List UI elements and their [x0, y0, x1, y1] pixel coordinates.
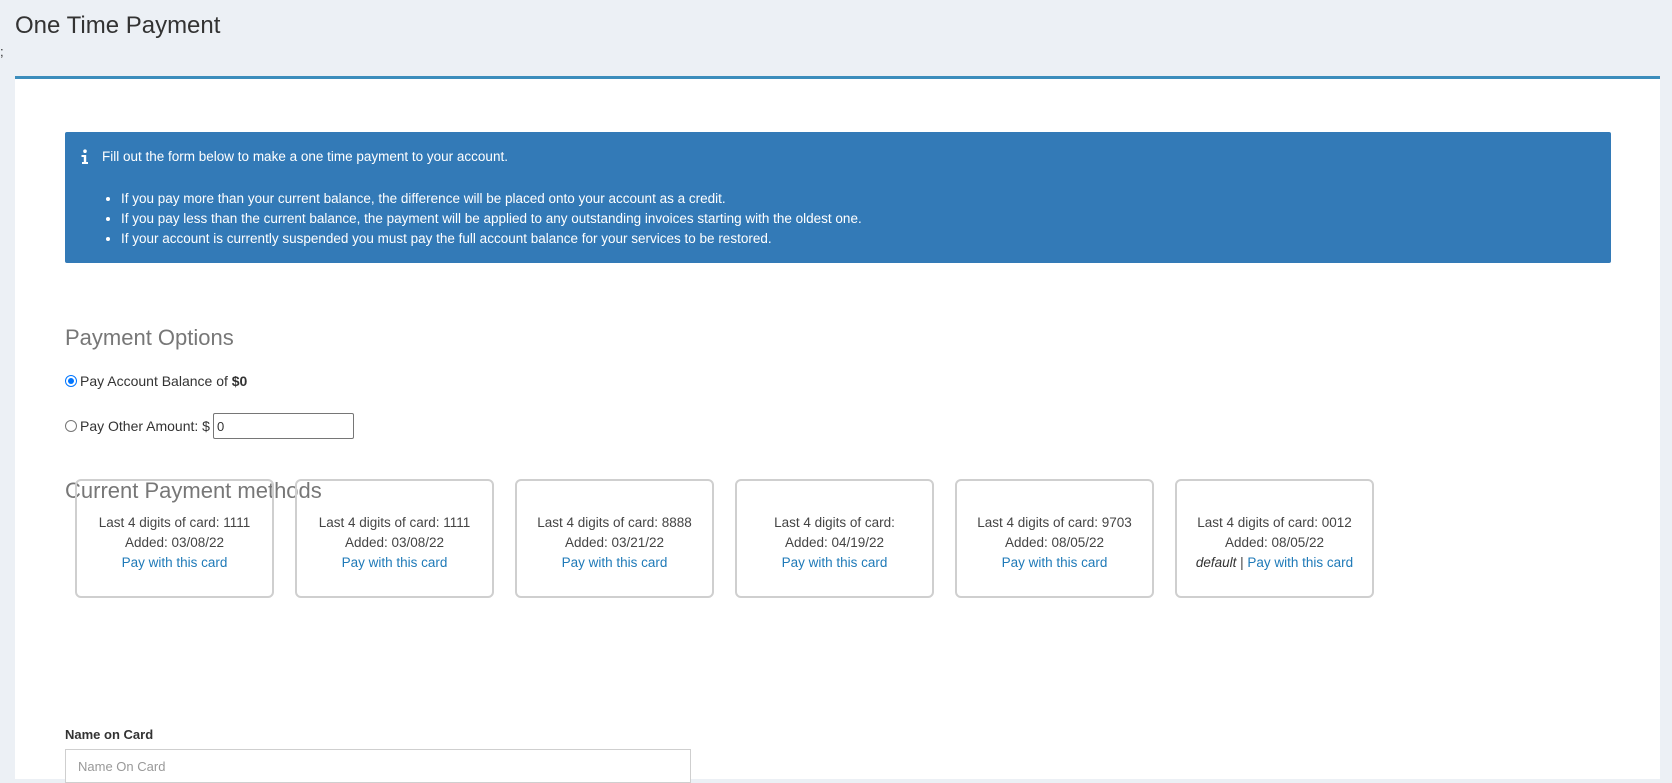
payment-card: Last 4 digits of card: 1111 Added: 03/08… — [295, 479, 494, 598]
card-added-date: Added: 08/05/22 — [1004, 535, 1105, 550]
payment-card: Last 4 digits of card: Added: 04/19/22 P… — [735, 479, 934, 598]
pay-other-radio[interactable] — [65, 420, 77, 432]
callout-list: If you pay more than your current balanc… — [102, 189, 862, 249]
pay-balance-radio[interactable] — [65, 375, 77, 387]
pay-other-option[interactable]: Pay Other Amount: $ — [65, 413, 354, 439]
payment-options-title: Payment Options — [65, 325, 234, 350]
payment-card: Last 4 digits of card: 0012 Added: 08/05… — [1175, 479, 1374, 598]
other-amount-input[interactable] — [212, 413, 354, 439]
pay-balance-option[interactable]: Pay Account Balance of $0 — [65, 373, 247, 389]
callout-intro: Fill out the form below to make a one ti… — [102, 149, 508, 164]
payment-box: Fill out the form below to make a one ti… — [15, 76, 1660, 783]
payment-card: Last 4 digits of card: 8888 Added: 03/21… — [515, 479, 714, 598]
card-added-date: Added: 04/19/22 — [784, 535, 885, 550]
balance-amount: $0 — [231, 373, 248, 389]
name-on-card-label: Name on Card — [65, 727, 154, 742]
pay-with-card-link[interactable]: Pay with this card — [1247, 555, 1353, 570]
card-added-date: Added: 03/21/22 — [564, 535, 665, 550]
callout-item: If your account is currently suspended y… — [121, 229, 862, 249]
pay-with-card-link[interactable]: Pay with this card — [122, 555, 228, 570]
info-icon — [79, 149, 91, 165]
card-added-date: Added: 08/05/22 — [1224, 535, 1325, 550]
callout-item: If you pay more than your current balanc… — [121, 189, 862, 209]
card-digits: Last 4 digits of card: 1111 — [318, 515, 471, 530]
default-card-label: default — [1195, 555, 1237, 570]
card-digits: Last 4 digits of card: 1111 — [98, 515, 251, 530]
pay-with-card-link[interactable]: Pay with this card — [1002, 555, 1108, 570]
card-digits: Last 4 digits of card: 9703 — [977, 515, 1132, 530]
card-digits: Last 4 digits of card: 8888 — [537, 515, 692, 530]
pay-with-card-link[interactable]: Pay with this card — [782, 555, 888, 570]
card-added-date: Added: 03/08/22 — [124, 535, 225, 550]
pay-with-card-link[interactable]: Pay with this card — [342, 555, 448, 570]
card-digits: Last 4 digits of card: 0012 — [1197, 515, 1352, 530]
card-separator: | — [1236, 555, 1248, 570]
card-added-date: Added: 03/08/22 — [344, 535, 445, 550]
pay-with-card-link[interactable]: Pay with this card — [562, 555, 668, 570]
payment-card: Last 4 digits of card: 1111 Added: 03/08… — [75, 479, 274, 598]
page-title: One Time Payment — [15, 12, 221, 39]
stray-mark: ; — [0, 44, 4, 59]
card-digits: Last 4 digits of card: — [774, 515, 895, 530]
pay-balance-label: Pay Account Balance of — [80, 373, 232, 389]
callout-item: If you pay less than the current balance… — [121, 209, 862, 229]
payment-card: Last 4 digits of card: 9703 Added: 08/05… — [955, 479, 1154, 598]
info-callout: Fill out the form below to make a one ti… — [65, 132, 1611, 263]
name-on-card-input[interactable] — [65, 749, 691, 783]
pay-other-label: Pay Other Amount: $ — [80, 418, 210, 434]
